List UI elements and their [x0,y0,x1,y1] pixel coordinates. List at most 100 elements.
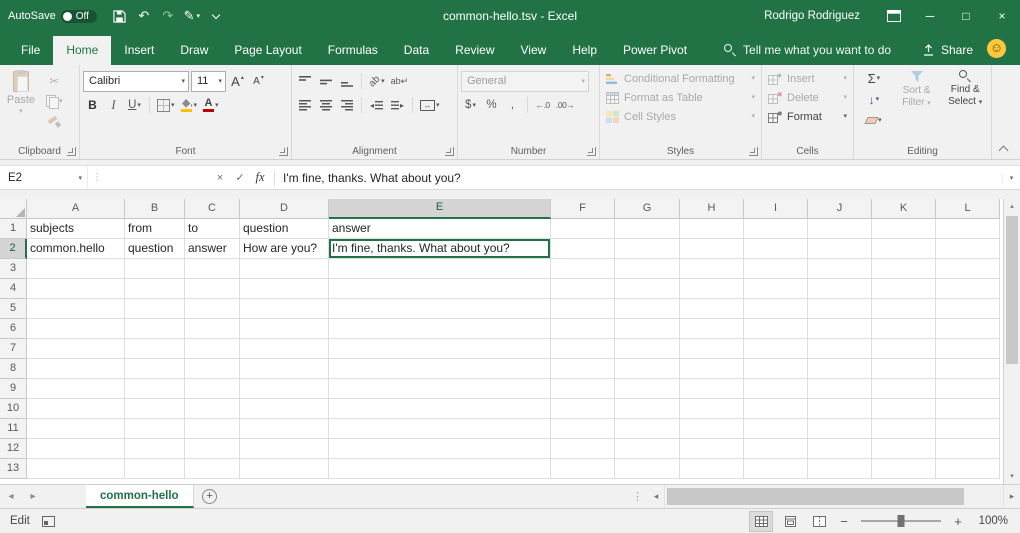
number-dialog-launcher[interactable] [587,147,596,156]
maximize-button[interactable]: □ [948,0,984,32]
cell-C10[interactable] [185,399,240,419]
account-name[interactable]: Rodrigo Rodriguez [764,10,860,22]
cell-K13[interactable] [872,459,936,479]
cell-B7[interactable] [125,339,185,359]
row-header-7[interactable]: 7 [0,339,27,359]
cell-G11[interactable] [615,419,680,439]
row-header-11[interactable]: 11 [0,419,27,439]
cell-J7[interactable] [808,339,872,359]
insert-cells-button[interactable]: Insert ▾ [765,69,850,88]
cell-B11[interactable] [125,419,185,439]
cell-L3[interactable] [936,259,1000,279]
cell-E1[interactable]: answer [329,219,551,239]
orientation-button[interactable]: ab▾ [367,72,387,91]
cell-K2[interactable] [872,239,936,259]
clear-button[interactable]: ▾ [857,111,891,130]
cell-L8[interactable] [936,359,1000,379]
enter-button[interactable]: ✓ [230,171,250,184]
cell-I13[interactable] [744,459,808,479]
cell-A10[interactable] [27,399,125,419]
italic-button[interactable]: I [104,96,123,115]
cell-F9[interactable] [551,379,615,399]
cell-H10[interactable] [680,399,744,419]
underline-button[interactable]: U▾ [125,96,144,115]
cell-D2[interactable]: How are you? [240,239,329,259]
cell-I5[interactable] [744,299,808,319]
cell-K12[interactable] [872,439,936,459]
cell-B13[interactable] [125,459,185,479]
cell-C11[interactable] [185,419,240,439]
column-header-E[interactable]: E [329,199,551,219]
font-name-select[interactable]: Calibri ▾ [83,71,189,92]
column-header-D[interactable]: D [240,199,329,219]
cell-K1[interactable] [872,219,936,239]
cell-E7[interactable] [329,339,551,359]
cell-J9[interactable] [808,379,872,399]
cell-I2[interactable] [744,239,808,259]
cell-styles-button[interactable]: Cell Styles ▾ [603,107,758,126]
column-header-H[interactable]: H [680,199,744,219]
decrease-indent-button[interactable]: ◂ [367,96,386,115]
cell-I9[interactable] [744,379,808,399]
cell-H12[interactable] [680,439,744,459]
cell-J13[interactable] [808,459,872,479]
cell-D10[interactable] [240,399,329,419]
cell-D5[interactable] [240,299,329,319]
macro-record-button[interactable] [42,516,55,527]
cell-D13[interactable] [240,459,329,479]
row-header-2[interactable]: 2 [0,239,27,259]
cell-C5[interactable] [185,299,240,319]
cell-F13[interactable] [551,459,615,479]
cell-L9[interactable] [936,379,1000,399]
cell-J12[interactable] [808,439,872,459]
minimize-button[interactable]: ─ [912,0,948,32]
cell-C4[interactable] [185,279,240,299]
cell-H1[interactable] [680,219,744,239]
expand-formula-bar-button[interactable]: ▾ [1002,174,1020,182]
cell-F8[interactable] [551,359,615,379]
tab-splitter[interactable]: ⋮ [627,485,648,508]
ribbon-tab-power-pivot[interactable]: Power Pivot [610,36,700,65]
percent-style-button[interactable]: % [482,96,501,115]
horizontal-scrollbar[interactable]: ◂ ▸ [648,485,1020,508]
cell-C2[interactable]: answer [185,239,240,259]
cell-F2[interactable] [551,239,615,259]
cell-I7[interactable] [744,339,808,359]
cell-H6[interactable] [680,319,744,339]
cell-D12[interactable] [240,439,329,459]
cell-D4[interactable] [240,279,329,299]
cell-F5[interactable] [551,299,615,319]
horizontal-scroll-thumb[interactable] [667,488,964,505]
name-box[interactable]: E2 ▾ [0,166,88,189]
cell-D9[interactable] [240,379,329,399]
decrease-decimal-button[interactable]: .00→ [554,96,576,115]
cell-K7[interactable] [872,339,936,359]
conditional-formatting-button[interactable]: Conditional Formatting ▾ [603,69,758,88]
cell-K3[interactable] [872,259,936,279]
cell-E12[interactable] [329,439,551,459]
align-right-button[interactable] [337,96,356,115]
cell-I4[interactable] [744,279,808,299]
cell-L11[interactable] [936,419,1000,439]
cell-B4[interactable] [125,279,185,299]
row-header-13[interactable]: 13 [0,459,27,479]
borders-button[interactable]: ▾ [155,96,177,115]
cell-A8[interactable] [27,359,125,379]
cell-I12[interactable] [744,439,808,459]
cell-K6[interactable] [872,319,936,339]
increase-font-size-button[interactable]: A▴ [228,72,247,91]
cell-A7[interactable] [27,339,125,359]
wrap-text-button[interactable]: ab↵ [389,72,411,91]
scroll-up-button[interactable]: ▴ [1010,199,1014,214]
font-size-select[interactable]: 11 ▾ [191,71,226,92]
cell-J10[interactable] [808,399,872,419]
row-header-1[interactable]: 1 [0,219,27,239]
ribbon-tab-draw[interactable]: Draw [167,36,221,65]
font-color-button[interactable]: A ▾ [201,96,221,115]
cell-G7[interactable] [615,339,680,359]
cell-L4[interactable] [936,279,1000,299]
cell-H4[interactable] [680,279,744,299]
cell-E6[interactable] [329,319,551,339]
zoom-slider[interactable] [861,520,941,522]
cell-A12[interactable] [27,439,125,459]
